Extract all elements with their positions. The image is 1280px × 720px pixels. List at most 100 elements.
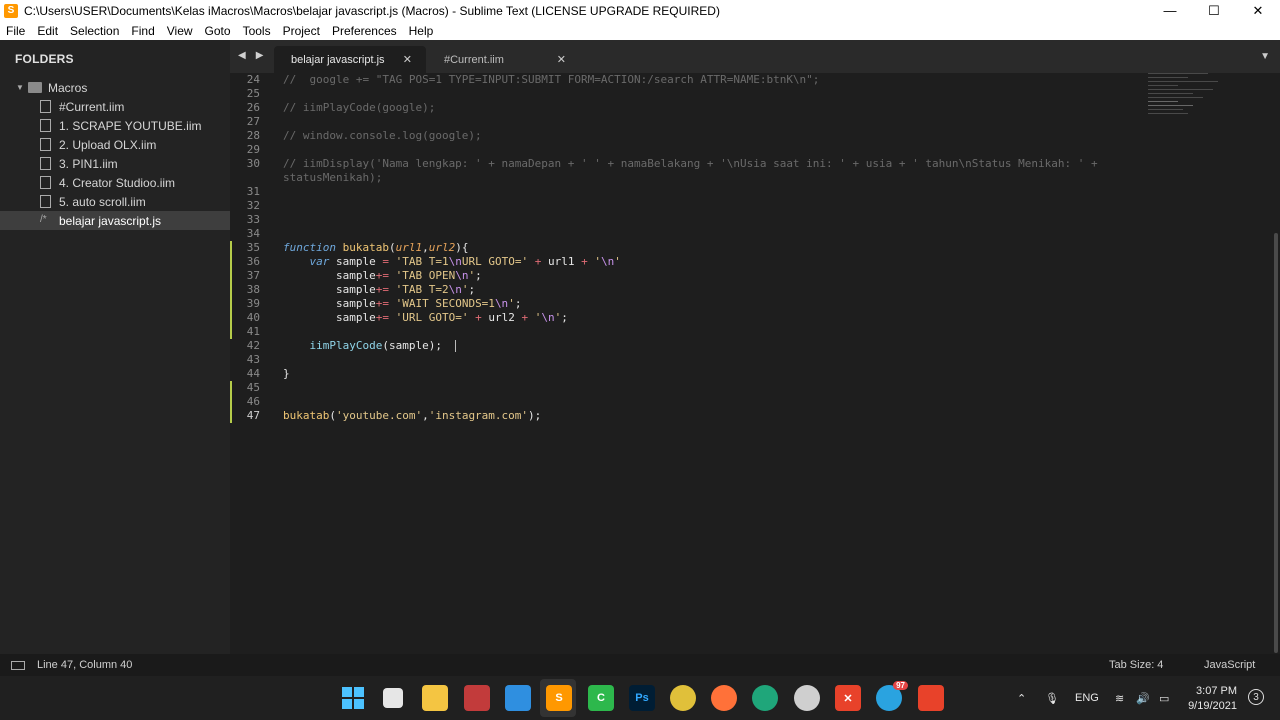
speaker-icon[interactable]: 🔊 xyxy=(1136,676,1150,720)
file-explorer-icon[interactable] xyxy=(422,685,448,711)
code-line[interactable]: statusMenikah); xyxy=(230,171,1270,185)
code-line[interactable]: 33 xyxy=(230,213,1270,227)
draw-app-icon[interactable] xyxy=(464,685,490,711)
menu-project[interactable]: Project xyxy=(277,24,326,38)
code-line[interactable]: 41 xyxy=(230,325,1270,339)
tab-belajar-javascript[interactable]: belajar javascript.js ✕ xyxy=(274,46,426,73)
sidebar-file-current-iim[interactable]: #Current.iim xyxy=(0,97,230,116)
line-number: 33 xyxy=(246,213,260,226)
code-line[interactable]: 24 // google += "TAG POS=1 TYPE=INPUT:SUB… xyxy=(230,73,1270,87)
menu-selection[interactable]: Selection xyxy=(64,24,125,38)
clock[interactable]: 3:07 PM 9/19/2021 xyxy=(1187,684,1237,714)
line-number: 37 xyxy=(246,269,260,282)
code-line[interactable]: 44} xyxy=(230,367,1270,381)
code-line[interactable]: 42 iimPlayCode(sample); xyxy=(230,339,1270,353)
language-indicator[interactable]: ENG xyxy=(1075,676,1099,720)
wifi-icon[interactable]: ≋ xyxy=(1115,676,1124,720)
code-line[interactable]: 26 // iimPlayCode(google); xyxy=(230,101,1270,115)
sublime-text-taskbar-icon[interactable]: S xyxy=(546,685,572,711)
code-line[interactable]: 32 xyxy=(230,199,1270,213)
code-line[interactable]: 43 xyxy=(230,353,1270,367)
close-button[interactable]: ✕ xyxy=(1236,0,1280,21)
code-line[interactable]: 36 var sample = 'TAB T=1\nURL GOTO=' + u… xyxy=(230,255,1270,269)
js-file-icon: /* xyxy=(40,214,47,225)
tab-current-iim[interactable]: #Current.iim ✕ xyxy=(428,46,580,73)
code-line[interactable]: 34 xyxy=(230,227,1270,241)
sidebar-file-pin1[interactable]: 3. PIN1.iim xyxy=(0,154,230,173)
windows-start-icon[interactable] xyxy=(340,685,366,711)
tab-size-setting[interactable]: Tab Size: 4 xyxy=(1109,659,1163,671)
code-line[interactable]: 35 function bukatab(url1,url2){ xyxy=(230,241,1270,255)
code-editor[interactable]: 24 // google += "TAG POS=1 TYPE=INPUT:SUB… xyxy=(230,73,1280,654)
microphone-icon[interactable]: 🎙 xyxy=(1045,676,1059,720)
menu-view[interactable]: View xyxy=(161,24,199,38)
code-text: sample+= 'WAIT SECONDS=1\n'; xyxy=(283,297,522,310)
syntax-setting[interactable]: JavaScript xyxy=(1204,659,1255,671)
triangle-right-icon[interactable]: ▶ xyxy=(256,50,264,61)
panel-toggle-icon[interactable] xyxy=(11,660,25,670)
code-line[interactable]: 29 xyxy=(230,143,1270,157)
line-number: 36 xyxy=(246,255,260,268)
code-line[interactable]: 47 bukatab('youtube.com','instagram.com')… xyxy=(230,409,1270,423)
camtasia-icon[interactable]: C xyxy=(588,685,614,711)
ball-app-icon[interactable] xyxy=(794,685,820,711)
file-label: 1. SCRAPE YOUTUBE.iim xyxy=(59,118,202,133)
tab-bar: ◀ ▶ belajar javascript.js ✕ #Current.iim… xyxy=(230,40,1280,73)
code-text: } xyxy=(283,367,290,380)
line-number: 31 xyxy=(246,185,260,198)
code-text: // iimDisplay('Nama lengkap: ' + namaDep… xyxy=(283,157,1098,170)
file-manager-icon[interactable] xyxy=(383,688,403,708)
telegram-icon[interactable]: 97 xyxy=(876,681,908,711)
notification-count[interactable]: 3 xyxy=(1248,689,1264,705)
xampp-icon[interactable]: ✕ xyxy=(835,685,861,711)
code-line[interactable]: 28 // window.console.log(google); xyxy=(230,129,1270,143)
menu-goto[interactable]: Goto xyxy=(199,24,237,38)
close-icon[interactable]: ✕ xyxy=(557,53,566,66)
menu-file[interactable]: File xyxy=(0,24,31,38)
time: 3:07 PM xyxy=(1196,685,1237,697)
sidebar-file-belajar-javascript[interactable]: /* belajar javascript.js xyxy=(0,211,230,230)
sidebar-file-scrape-youtube[interactable]: 1. SCRAPE YOUTUBE.iim xyxy=(0,116,230,135)
line-number: 26 xyxy=(246,101,260,114)
code-line[interactable]: 27 xyxy=(230,115,1270,129)
sidebar-file-creator-studioo[interactable]: 4. Creator Studioo.iim xyxy=(0,173,230,192)
title-bar: S C:\Users\USER\Documents\Kelas iMacros\… xyxy=(0,0,1280,21)
line-number: 40 xyxy=(246,311,260,324)
menu-find[interactable]: Find xyxy=(125,24,160,38)
vertical-scrollbar[interactable] xyxy=(1274,233,1278,653)
taskbar: S C Ps ✕ 97 ⌃ 🎙 ENG ≋ 🔊 ▭ 3:07 PM 9/19/2… xyxy=(0,676,1280,720)
maximize-button[interactable]: ☐ xyxy=(1192,0,1236,21)
code-line[interactable]: 37 sample+= 'TAB OPEN\n'; xyxy=(230,269,1270,283)
menu-tools[interactable]: Tools xyxy=(237,24,277,38)
camtasia-recorder-icon[interactable] xyxy=(918,685,944,711)
folder-macros[interactable]: ▼ Macros xyxy=(0,78,230,97)
code-line[interactable]: 46 xyxy=(230,395,1270,409)
chrome-icon[interactable] xyxy=(670,685,696,711)
file-label: #Current.iim xyxy=(59,99,125,114)
line-number: 39 xyxy=(246,297,260,310)
show-hidden-icons[interactable]: ⌃ xyxy=(1017,676,1026,720)
code-line[interactable]: 45 xyxy=(230,381,1270,395)
close-icon[interactable]: ✕ xyxy=(403,53,412,66)
firefox-icon[interactable] xyxy=(711,685,737,711)
minimize-button[interactable]: — xyxy=(1148,0,1192,21)
telegram-badge: 97 xyxy=(893,681,908,690)
sidebar-file-upload-olx[interactable]: 2. Upload OLX.iim xyxy=(0,135,230,154)
menu-preferences[interactable]: Preferences xyxy=(326,24,403,38)
menu-help[interactable]: Help xyxy=(403,24,440,38)
code-line[interactable]: 39 sample+= 'WAIT SECONDS=1\n'; xyxy=(230,297,1270,311)
code-line[interactable]: 31 xyxy=(230,185,1270,199)
code-line[interactable]: 30 // iimDisplay('Nama lengkap: ' + namaD… xyxy=(230,157,1270,171)
photoshop-icon[interactable]: Ps xyxy=(629,685,655,711)
edge-icon[interactable] xyxy=(752,685,778,711)
code-line[interactable]: 38 sample+= 'TAB T=2\n'; xyxy=(230,283,1270,297)
menu-edit[interactable]: Edit xyxy=(31,24,64,38)
triangle-left-icon[interactable]: ◀ xyxy=(238,50,246,61)
line-number: 27 xyxy=(246,115,260,128)
chevron-down-icon[interactable]: ▼ xyxy=(1260,51,1270,62)
code-line[interactable]: 40 sample+= 'URL GOTO=' + url2 + '\n'; xyxy=(230,311,1270,325)
sidebar-file-auto-scroll[interactable]: 5. auto scroll.iim xyxy=(0,192,230,211)
code-line[interactable]: 25 xyxy=(230,87,1270,101)
notes-app-icon[interactable] xyxy=(505,685,531,711)
battery-icon[interactable]: ▭ xyxy=(1159,676,1169,720)
